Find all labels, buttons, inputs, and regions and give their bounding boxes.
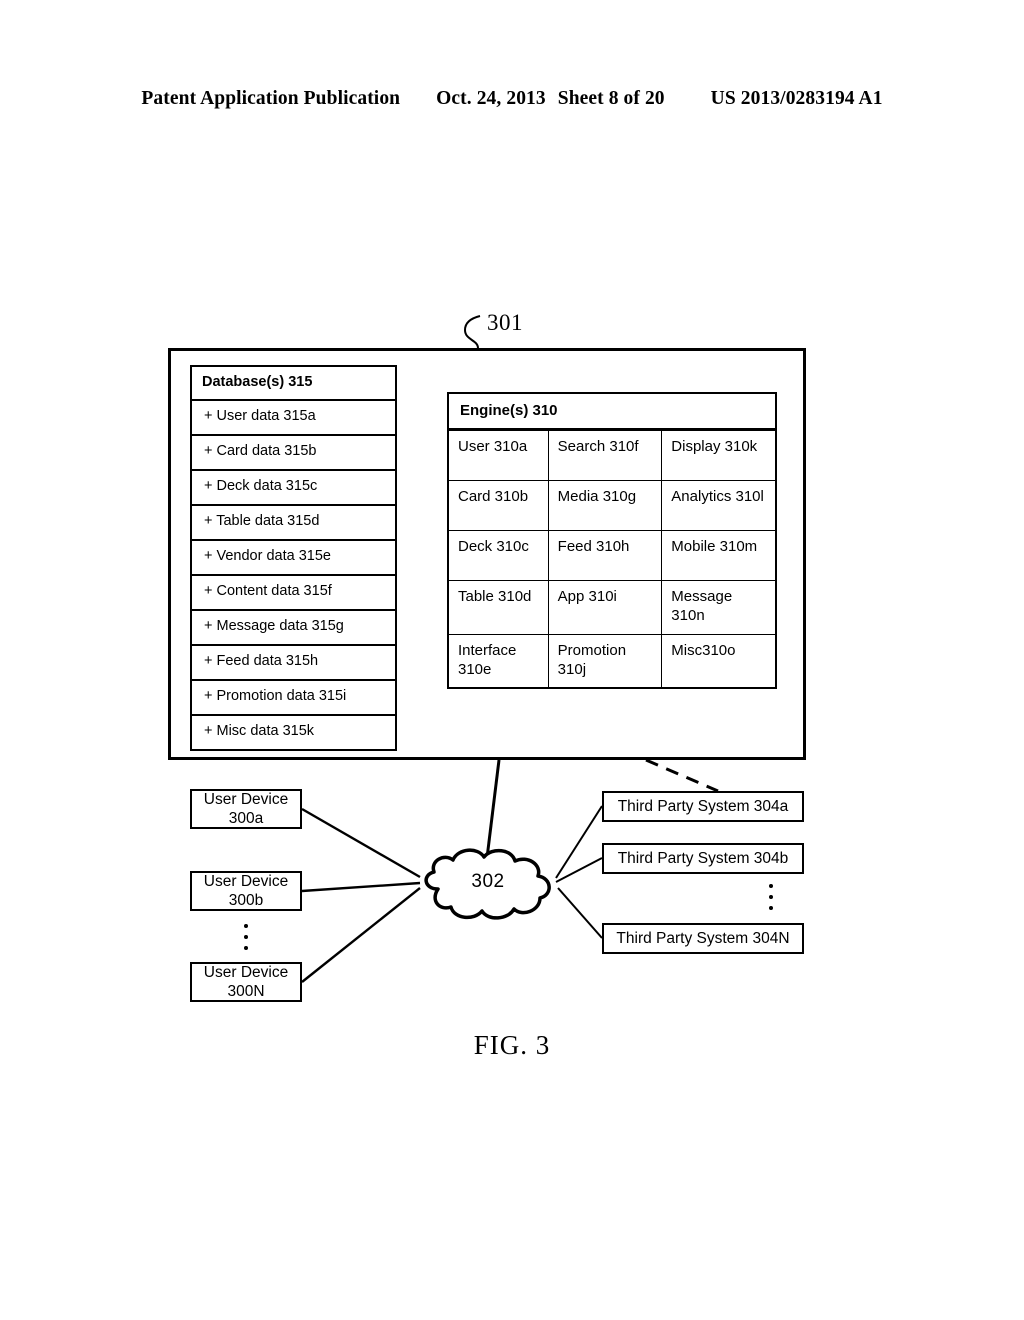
vertical-ellipsis-icon	[241, 924, 251, 950]
engine-cell: Deck 310c	[449, 530, 549, 582]
user-device-label: User Device	[203, 872, 289, 890]
patent-figure-3: 301 Database(s) 315 + User data 315a + C…	[0, 0, 1024, 1320]
user-device-label: User Device	[203, 790, 289, 808]
database-row: + Feed data 315h	[192, 646, 395, 681]
database-panel-title: Database(s) 315	[192, 367, 395, 401]
third-party-system-304N: Third Party System 304N	[602, 923, 804, 954]
engine-cell: App 310i	[547, 580, 663, 635]
figure-caption: FIG. 3	[473, 1030, 551, 1060]
engines-row: Deck 310c Feed 310h Mobile 310m	[449, 530, 775, 582]
vertical-ellipsis-icon	[766, 884, 776, 910]
database-row: + Misc data 315k	[204, 722, 315, 739]
link-system-to-third-party-dashed	[645, 758, 719, 793]
network-cloud-label: 302	[471, 871, 505, 892]
engines-row: Interface 310e Promotion 310j Misc310o	[449, 633, 775, 688]
third-party-system-label: Third Party System 304b	[617, 849, 789, 867]
user-device-300N: User Device 300N	[190, 962, 302, 1002]
engine-cell: Card 310b	[449, 480, 549, 532]
database-row: + Table data 315d	[192, 506, 395, 541]
user-device-ref: 300N	[227, 983, 265, 1000]
third-party-system-304a: Third Party System 304a	[602, 791, 804, 822]
database-row: + Message data 315g	[192, 611, 395, 646]
engines-row: Table 310d App 310i Message 310n	[449, 580, 775, 635]
third-party-system-304b: Third Party System 304b	[602, 843, 804, 874]
user-device-300b: User Device 300b	[190, 871, 302, 911]
engine-cell: Message 310n	[661, 580, 775, 635]
engine-cell: Promotion 310j	[547, 633, 663, 688]
user-device-300a: User Device 300a	[190, 789, 302, 829]
engine-cell: Display 310k	[661, 430, 775, 482]
database-row: + Promotion data 315i	[192, 681, 395, 716]
engine-cell: Mobile 310m	[661, 530, 775, 582]
leader-line-301	[463, 315, 481, 349]
third-party-system-label: Third Party System 304N	[616, 929, 790, 947]
engines-grid: User 310a Search 310f Display 310k Card …	[449, 430, 775, 688]
user-device-ref: 300b	[228, 892, 264, 909]
engines-panel: Engine(s) 310 User 310a Search 310f Disp…	[447, 392, 777, 690]
engine-cell: User 310a	[449, 430, 549, 482]
database-row: + Deck data 315c	[192, 471, 395, 506]
database-row: + Content data 315f	[192, 576, 395, 611]
link-network-to-third-party-304N	[557, 887, 603, 939]
user-device-ref: 300a	[228, 810, 264, 827]
link-device-300b-to-network	[301, 881, 421, 893]
third-party-system-label: Third Party System 304a	[617, 797, 789, 815]
engine-cell: Misc310o	[661, 633, 775, 688]
engine-cell: Search 310f	[547, 430, 663, 482]
engine-cell: Feed 310h	[547, 530, 663, 582]
database-panel: Database(s) 315 + User data 315a + Card …	[190, 365, 397, 751]
reference-numeral-301: 301	[487, 310, 523, 335]
link-system-to-network	[485, 759, 501, 859]
database-row: + User data 315a	[192, 401, 395, 436]
engine-cell: Media 310g	[547, 480, 663, 532]
engine-cell: Table 310d	[449, 580, 549, 635]
link-device-300a-to-network	[301, 807, 421, 879]
engines-row: Card 310b Media 310g Analytics 310l	[449, 480, 775, 532]
link-device-300N-to-network	[301, 887, 421, 983]
user-device-label: User Device	[203, 963, 289, 981]
engines-panel-title: Engine(s) 310	[449, 394, 775, 431]
engines-row: User 310a Search 310f Display 310k	[449, 430, 775, 482]
database-row: + Card data 315b	[192, 436, 395, 471]
engine-cell: Interface 310e	[449, 633, 549, 688]
engine-cell: Analytics 310l	[661, 480, 775, 532]
database-row: + Vendor data 315e	[192, 541, 395, 576]
